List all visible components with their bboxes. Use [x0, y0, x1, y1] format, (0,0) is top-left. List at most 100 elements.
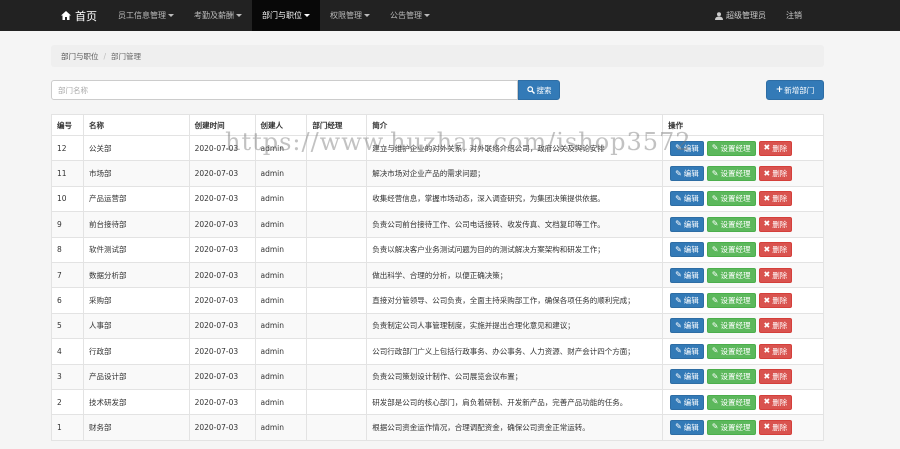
table-row: 1 财务部 2020-07-03 admin 根据公司资金运作情况，合理调配资金，确保公…	[51, 414, 824, 441]
edit-button[interactable]: ✎ 编辑	[670, 191, 704, 207]
header-description: 简介	[366, 114, 664, 136]
nav-item-department[interactable]: 部门与职位	[252, 0, 320, 31]
edit-button[interactable]: ✎ 编辑	[670, 267, 704, 283]
cell-manager	[306, 388, 368, 416]
cell-actions: ✎ 编辑 ✎ 设置经理 ✖ 删除	[662, 185, 824, 213]
table-body: 12 公关部 2020-07-03 admin 建立与维护企业的对外关系，对外联络介绍公…	[51, 134, 824, 441]
cell-creator: admin	[254, 363, 308, 390]
edit-button[interactable]: ✎ 编辑	[670, 216, 704, 232]
cell-description: 做出科学、合理的分析，以便正确决策；	[366, 261, 664, 289]
cell-id: 8	[51, 236, 84, 263]
set-manager-button[interactable]: ✎ 设置经理	[706, 318, 756, 334]
cell-manager	[306, 160, 368, 187]
pencil-icon: ✎	[711, 168, 719, 178]
set-manager-button[interactable]: ✎ 设置经理	[706, 369, 756, 385]
cell-created-time: 2020-07-03	[188, 185, 256, 213]
department-name-input[interactable]	[51, 80, 518, 100]
edit-button[interactable]: ✎ 编辑	[670, 318, 704, 334]
cell-name: 数据分析部	[82, 261, 190, 289]
nav-item-permission[interactable]: 权限管理	[320, 0, 380, 31]
table-header-row: 编号 名称 创建时间 创建人 部门经理 简介 操作	[51, 114, 824, 136]
pencil-icon: ✎	[711, 397, 719, 407]
set-manager-button[interactable]: ✎ 设置经理	[706, 216, 756, 232]
set-manager-button[interactable]: ✎ 设置经理	[706, 419, 756, 435]
cell-description: 建立与维护企业的对外关系，对外联络介绍公司，政府公关及舆论安排	[366, 134, 664, 162]
delete-button[interactable]: ✖ 删除	[758, 343, 793, 359]
set-manager-button[interactable]: ✎ 设置经理	[706, 242, 756, 258]
user-menu[interactable]: 超级管理员	[705, 0, 776, 31]
cell-created-time: 2020-07-03	[188, 261, 256, 289]
pencil-icon: ✎	[711, 295, 719, 305]
delete-button[interactable]: ✖ 删除	[758, 369, 793, 385]
nav-item-notice[interactable]: 公告管理	[380, 0, 440, 31]
pencil-icon: ✎	[675, 422, 682, 432]
delete-button[interactable]: ✖ 删除	[758, 140, 793, 156]
header-id: 编号	[51, 114, 84, 136]
edit-button[interactable]: ✎ 编辑	[670, 419, 704, 435]
delete-button[interactable]: ✖ 删除	[758, 419, 793, 435]
table-row: 7 数据分析部 2020-07-03 admin 做出科学、合理的分析，以便正确决策； …	[51, 261, 824, 289]
edit-button[interactable]: ✎ 编辑	[670, 394, 704, 410]
brand-home-link[interactable]: 首页	[0, 0, 108, 31]
set-manager-button[interactable]: ✎ 设置经理	[706, 140, 756, 156]
pencil-icon: ✎	[711, 244, 719, 254]
header-manager: 部门经理	[306, 114, 368, 136]
cell-description: 负责制定公司人事管理制度，实施并提出合理化意见和建议；	[366, 312, 664, 340]
cell-created-time: 2020-07-03	[188, 236, 256, 263]
row-actions: ✎ 编辑 ✎ 设置经理 ✖ 删除	[668, 293, 818, 309]
cell-name: 市场部	[82, 160, 190, 187]
table-row: 10 产品运营部 2020-07-03 admin 收集经营信息，掌握市场动态，深入调查…	[51, 185, 824, 213]
delete-button[interactable]: ✖ 删除	[758, 293, 793, 309]
cell-created-time: 2020-07-03	[188, 134, 256, 162]
close-icon: ✖	[763, 219, 771, 229]
edit-button[interactable]: ✎ 编辑	[670, 293, 704, 309]
row-actions: ✎ 编辑 ✎ 设置经理 ✖ 删除	[668, 191, 818, 207]
cell-id: 4	[51, 338, 84, 365]
edit-button[interactable]: ✎ 编辑	[670, 343, 704, 359]
add-department-button[interactable]: + 新增部门	[766, 80, 824, 100]
pencil-icon: ✎	[675, 143, 682, 153]
cell-name: 公关部	[82, 134, 190, 162]
pencil-icon: ✎	[675, 219, 682, 229]
cell-actions: ✎ 编辑 ✎ 设置经理 ✖ 删除	[662, 338, 824, 365]
set-manager-button[interactable]: ✎ 设置经理	[706, 191, 756, 207]
cell-name: 技术研发部	[82, 388, 190, 416]
cell-manager	[306, 211, 368, 238]
cell-actions: ✎ 编辑 ✎ 设置经理 ✖ 删除	[662, 388, 824, 416]
edit-button[interactable]: ✎ 编辑	[670, 242, 704, 258]
cell-actions: ✎ 编辑 ✎ 设置经理 ✖ 删除	[662, 287, 824, 314]
set-manager-button[interactable]: ✎ 设置经理	[706, 166, 756, 182]
search-button[interactable]: 搜索	[518, 80, 560, 100]
nav-item-attendance[interactable]: 考勤及薪酬	[184, 0, 252, 31]
set-manager-button[interactable]: ✎ 设置经理	[706, 343, 756, 359]
cell-manager	[306, 363, 368, 390]
cell-id: 3	[51, 363, 84, 390]
row-actions: ✎ 编辑 ✎ 设置经理 ✖ 删除	[668, 394, 818, 410]
delete-button[interactable]: ✖ 删除	[758, 166, 793, 182]
edit-button[interactable]: ✎ 编辑	[670, 166, 704, 182]
header-created-time: 创建时间	[188, 114, 256, 136]
caret-down-icon	[236, 14, 242, 17]
logout-link[interactable]: 注销	[776, 0, 812, 31]
nav-item-employee[interactable]: 员工信息管理	[108, 0, 184, 31]
set-manager-button[interactable]: ✎ 设置经理	[706, 267, 756, 283]
cell-id: 9	[51, 211, 84, 238]
edit-button[interactable]: ✎ 编辑	[670, 140, 704, 156]
caret-down-icon	[304, 14, 310, 17]
set-manager-button[interactable]: ✎ 设置经理	[706, 394, 756, 410]
delete-button[interactable]: ✖ 删除	[758, 267, 793, 283]
header-creator: 创建人	[254, 114, 308, 136]
breadcrumb-parent[interactable]: 部门与职位	[61, 51, 99, 62]
delete-button[interactable]: ✖ 删除	[758, 242, 793, 258]
table-row: 3 产品设计部 2020-07-03 admin 负责公司策划设计制作、公司展览会议布置…	[51, 363, 824, 390]
table-row: 6 采购部 2020-07-03 admin 直接对分管领导、公司负责，全面主持采购部工…	[51, 287, 824, 314]
cell-description: 根据公司资金运作情况，合理调配资金，确保公司资金正常运转。	[366, 414, 664, 441]
delete-button[interactable]: ✖ 删除	[758, 191, 793, 207]
edit-button[interactable]: ✎ 编辑	[670, 369, 704, 385]
delete-button[interactable]: ✖ 删除	[758, 318, 793, 334]
row-actions: ✎ 编辑 ✎ 设置经理 ✖ 删除	[668, 242, 818, 258]
set-manager-button[interactable]: ✎ 设置经理	[706, 293, 756, 309]
cell-description: 负责公司前台接待工作、公司电话接转、收发传真、文档复印等工作。	[366, 211, 664, 238]
delete-button[interactable]: ✖ 删除	[758, 216, 793, 232]
delete-button[interactable]: ✖ 删除	[758, 394, 793, 410]
